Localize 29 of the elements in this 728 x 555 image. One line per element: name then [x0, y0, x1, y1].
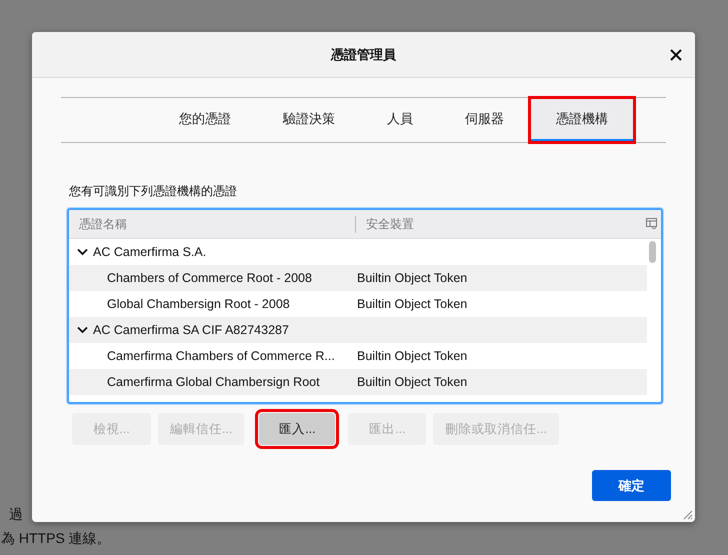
table-cell-text: Chambers of Commerce Root - 2008	[106, 271, 313, 285]
table-cell-text: Camerfirma Global Chambersign Root	[106, 375, 321, 389]
column-header[interactable]: 安全裝置	[356, 216, 414, 232]
table-cell-text: Camerfirma Chambers of Commerce R...	[106, 349, 336, 363]
resize-grip-icon[interactable]	[681, 508, 693, 520]
scrollbar-thumb[interactable]	[649, 241, 656, 263]
page-text: 過	[9, 506, 23, 524]
ok-button[interactable]: 確定	[592, 470, 671, 501]
table-cell: Builtin Object Token	[357, 297, 468, 311]
table-cell-text: Global Chambersign Root - 2008	[106, 297, 291, 311]
page-text: 為 HTTPS 連線。	[1, 530, 111, 548]
tree-group-label[interactable]: AC Camerfirma S.A.	[93, 245, 206, 259]
tab[interactable]: 憑證機構	[530, 98, 634, 142]
column-header[interactable]: 憑證名稱	[69, 216, 356, 232]
table-cell: Builtin Object Token	[357, 349, 468, 363]
tree-group-label[interactable]: AC Camerfirma SA CIF A82743287	[93, 323, 289, 337]
window-title: 憑證管理員	[331, 46, 396, 64]
tab[interactable]: 驗證決策	[257, 98, 361, 142]
action-button[interactable]: 匯入...	[259, 413, 336, 445]
description-text: 您有可識別下列憑證機構的憑證	[69, 183, 238, 200]
tab[interactable]: 您的憑證	[153, 98, 257, 142]
column-picker-icon[interactable]	[646, 218, 657, 229]
table-cell: Builtin Object Token	[357, 375, 468, 389]
tab[interactable]: 人員	[361, 98, 439, 142]
chevron-down-icon[interactable]	[77, 326, 88, 334]
close-icon[interactable]	[670, 49, 682, 61]
tab[interactable]: 伺服器	[439, 98, 530, 142]
table-cell: Builtin Object Token	[357, 271, 468, 285]
chevron-down-icon[interactable]	[77, 248, 88, 256]
